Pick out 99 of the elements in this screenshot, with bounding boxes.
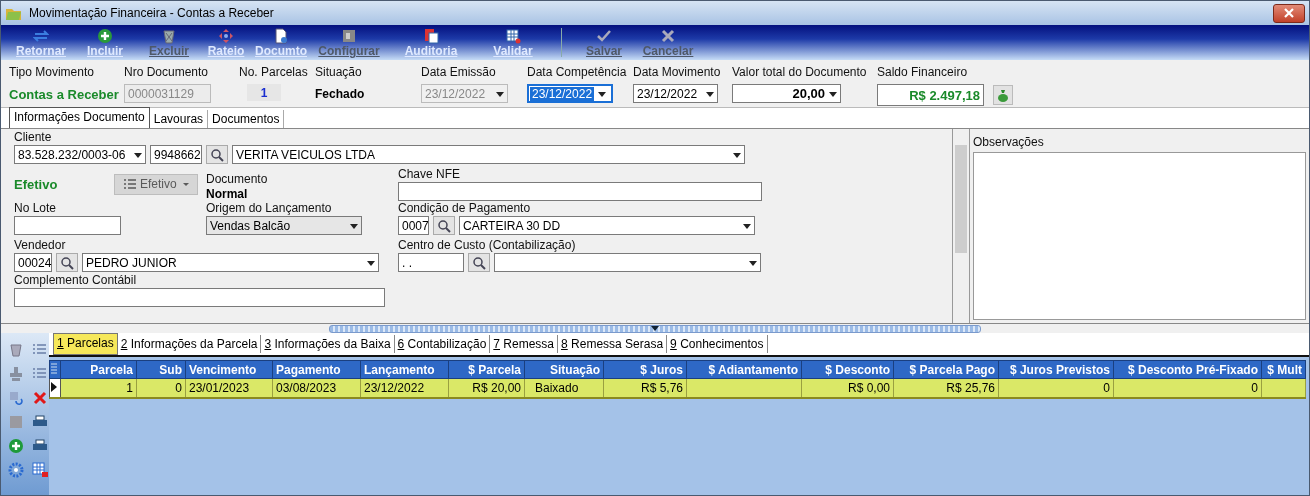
tab[interactable]: 1 Parcelas [53,333,118,355]
notes-field[interactable] [973,152,1306,320]
column-header[interactable]: Pagamento [272,360,361,379]
tab[interactable]: 8 Remessa Serasa [558,335,668,353]
scrollbar[interactable] [953,129,970,323]
field-label: Data Emissão [421,65,497,79]
tab[interactable]: 6 Contabilização [394,335,491,353]
table-row[interactable]: 1 0 23/01/2023 03/08/2023 23/12/2022 R$ 20,00 Baixado R$ 5,76 R$ 0,00 R$ 25,76 0 0 [49,378,1306,398]
tab[interactable]: 7 Remessa [490,335,559,353]
trash-icon[interactable] [8,342,24,358]
column-header[interactable]: Sub [136,360,186,379]
nfe-key-field[interactable] [398,182,762,201]
close-button[interactable] [1273,3,1305,23]
balance-field[interactable]: R$ 2.497,18 [877,84,984,106]
column-header[interactable]: Lançamento [360,360,449,379]
panel-icon [341,28,357,44]
complement-field[interactable] [14,288,385,307]
search-button[interactable] [433,216,455,235]
tab[interactable]: 3 Informações da Baixa [261,335,395,353]
column-header[interactable]: $ Desconto [801,360,894,379]
trash-icon [161,28,177,44]
tab[interactable]: Informações Documento [9,107,150,128]
column-header[interactable]: Vencimento [185,360,273,379]
tab[interactable]: 2 Informações da Parcela [117,335,262,353]
plus-icon[interactable] [8,438,24,454]
field-label: Data Movimento [633,65,722,79]
field-label: Observações [973,135,1045,149]
client-document-field[interactable]: 83.528.232/0003-06 [14,145,146,164]
search-button[interactable] [468,253,490,272]
cost-center-field[interactable] [494,253,761,272]
payment-code-field[interactable]: 0007 [398,216,429,235]
field-label: Condição de Pagamento [398,201,532,215]
window-title: Movimentação Financeira - Contas a Receber [29,6,275,20]
list-icon [50,362,58,374]
gear-icon[interactable] [8,462,24,478]
seller-name-field[interactable]: PEDRO JUNIOR [82,253,379,272]
seller-code-field[interactable]: 00024 [14,253,52,272]
column-header[interactable]: $ Parcela [448,360,525,379]
tab[interactable]: Lavouras [149,110,209,128]
field-label: Nro Documento [124,65,210,79]
field-label: Origem do Lançamento [206,201,333,215]
search-button[interactable] [206,145,228,164]
field-label: Tipo Movimento [9,65,95,79]
installments-count: 1 [247,84,281,101]
cost-center-code-field[interactable]: . . [398,253,464,272]
date-field[interactable]: 23/12/2022 [527,84,613,103]
payment-condition-field[interactable]: CARTEIRA 30 DD [459,216,755,235]
field-label: Cliente [14,130,53,144]
amount-field[interactable]: 20,00 [732,84,841,103]
column-selector[interactable] [49,360,61,379]
field-label: Centro de Custo (Contabilização) [398,238,577,252]
tab[interactable]: 9 Conhecimentos [667,335,768,353]
plus-icon [97,28,113,44]
field-label: Data Competência [527,65,628,79]
arrows-icon [218,28,234,44]
column-header[interactable]: $ Juros [603,360,687,379]
document-type: Normal [206,187,249,201]
batch-field[interactable] [14,216,121,235]
date-field[interactable]: 23/12/2022 [633,84,718,103]
client-name-field[interactable]: VERITA VEICULOS LTDA [232,145,745,164]
row-pointer-icon [50,380,58,393]
document-icon [423,28,439,44]
money-bag-icon [996,88,1010,102]
field-label: Complemento Contábil [14,273,138,287]
field-label: No. Parcelas [239,65,309,79]
field-label: Vendedor [14,238,67,252]
chevron-icon [650,325,660,332]
refresh-icon[interactable] [8,390,24,406]
field-label: Valor total do Documento [732,65,868,79]
column-header[interactable]: Parcela [60,360,137,379]
grid-icon[interactable] [32,462,48,478]
search-button[interactable] [56,253,78,272]
column-header[interactable]: $ Adiantamento [686,360,802,379]
list-icon [123,178,137,190]
column-header[interactable]: $ Desconto Pré-Fixado [1113,360,1262,379]
close-icon[interactable] [32,390,48,406]
field-label: Chave NFE [398,167,462,181]
close-icon [1284,8,1294,18]
column-header[interactable]: $ Parcela Pago [893,360,999,379]
tab[interactable]: Documentos [208,110,285,128]
field-label: Documento [206,172,269,186]
column-header[interactable]: Situação [524,360,604,379]
status-text: Fechado [315,86,366,101]
column-header[interactable]: $ Juros Previstos [998,360,1114,379]
status-text: Efetivo [14,176,59,192]
origin-field[interactable]: Vendas Balcão [206,216,362,235]
close-icon [660,28,676,44]
column-header[interactable]: $ Mult [1261,360,1306,379]
splitter-handle[interactable] [329,324,981,333]
arrows-icon [33,28,49,44]
document-icon [273,28,289,44]
movement-type: Contas a Receber [9,86,120,102]
client-code-field[interactable]: 9948662 [150,145,202,164]
field-label: Saldo Financeiro [877,65,969,79]
check-icon [596,28,612,44]
field-label: Situação [315,65,363,79]
grid-icon [505,28,521,44]
money-bag-button[interactable] [993,85,1013,105]
field-label: No Lote [14,201,58,215]
